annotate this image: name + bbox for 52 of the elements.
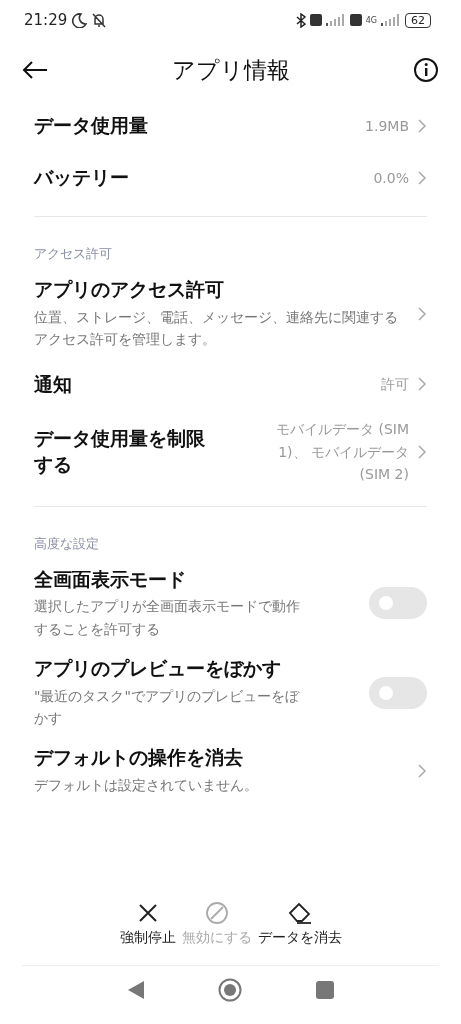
action-button[interactable]: 強制停止 — [119, 901, 176, 947]
setting-description: デフォルトは設定されていません。 — [34, 776, 258, 796]
back-icon[interactable] — [126, 980, 145, 1000]
setting-title: 通知 — [34, 371, 72, 397]
chevron-icon — [417, 118, 427, 134]
toggle-switch[interactable] — [369, 587, 427, 620]
recents-icon[interactable] — [316, 981, 335, 999]
setting-description: 選択したアプリが全画面表示モードで動作することを許可する — [34, 597, 301, 639]
block-icon — [204, 901, 229, 925]
settings-row[interactable]: デフォルトの操作を消去 デフォルトは設定されていません。 — [34, 737, 427, 805]
setting-title: アプリのプレビューをぼかす — [34, 656, 281, 681]
section-header: アクセス許可 — [34, 245, 112, 263]
chevron-icon — [417, 376, 427, 393]
action-button[interactable]: データを消去 — [257, 901, 342, 947]
battery-level: 62 — [405, 12, 431, 28]
section-header: 高度な設定 — [34, 534, 99, 553]
setting-value: 0.0% — [373, 168, 409, 188]
chevron-icon — [417, 170, 427, 186]
setting-title: データ使用量を制限する — [34, 426, 206, 477]
signal-icon — [325, 14, 346, 26]
chevron-icon — [417, 762, 427, 779]
settings-row[interactable]: バッテリー 0.0% — [34, 152, 427, 204]
settings-row[interactable]: データ使用量を制限する モバイルデータ (SIM 1)、 モバイルデータ (SIM 2) — [34, 410, 427, 494]
settings-row[interactable]: 通知 許可 — [34, 358, 427, 411]
setting-description: "最近のタスク"でアプリのプレビューをぼかす — [34, 686, 301, 729]
eraser-icon — [286, 901, 313, 925]
home-icon[interactable] — [218, 978, 243, 1002]
moon-icon — [71, 12, 88, 28]
setting-value: モバイルデータ (SIM 1)、 モバイルデータ (SIM 2) — [275, 420, 409, 485]
setting-title: デフォルトの操作を消去 — [34, 745, 243, 771]
chevron-icon — [417, 444, 427, 460]
chevron-icon — [417, 305, 427, 322]
volte-icon — [349, 14, 362, 26]
network-type: 4G — [365, 15, 377, 25]
setting-title: アプリのアクセス許可 — [34, 277, 224, 302]
setting-title: 全画面表示モード — [34, 566, 186, 592]
settings-row[interactable]: アプリのアクセス許可 位置、ストレージ、電話、メッセージ、連絡先に関連するアクセス許可を管理します。 — [34, 269, 427, 359]
settings-row[interactable]: データ使用量 1.9MB — [34, 100, 427, 152]
signal-icon — [381, 14, 401, 26]
volte-icon — [309, 14, 322, 26]
setting-value: 許可 — [381, 375, 409, 395]
clock-time: 21:29 — [24, 11, 68, 29]
setting-title: バッテリー — [34, 165, 129, 191]
page-title: アプリ情報 — [170, 55, 291, 85]
back-arrow-icon[interactable] — [22, 60, 48, 80]
bluetooth-icon — [295, 12, 306, 28]
setting-title: データ使用量 — [34, 113, 148, 139]
setting-description: 位置、ストレージ、電話、メッセージ、連絡先に関連するアクセス許可を管理します。 — [34, 307, 399, 350]
info-icon[interactable] — [413, 57, 439, 83]
muted-bell-icon — [91, 12, 108, 28]
toggle-switch[interactable] — [369, 676, 427, 709]
setting-value: 1.9MB — [365, 116, 409, 136]
